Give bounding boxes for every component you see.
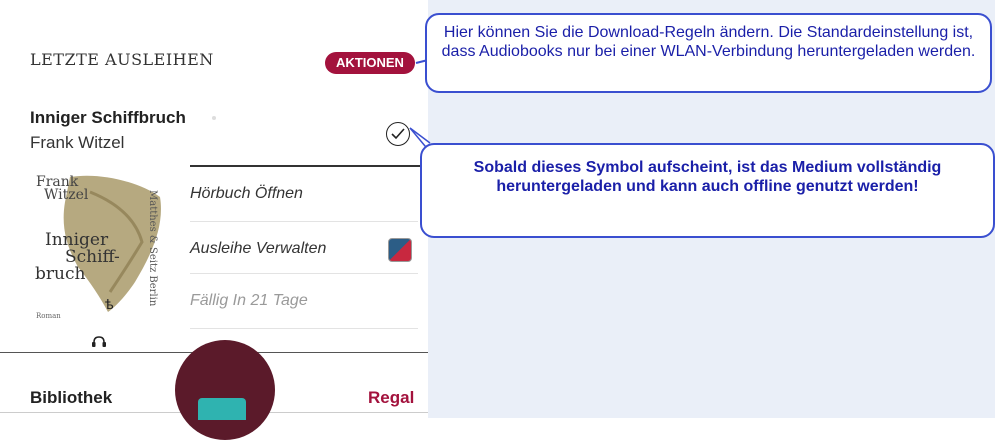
callout-offline-symbol: Sobald dieses Symbol aufscheint, ist das…	[420, 143, 995, 238]
callout-download-rules: Hier können Sie die Download-Regeln ände…	[425, 13, 992, 93]
